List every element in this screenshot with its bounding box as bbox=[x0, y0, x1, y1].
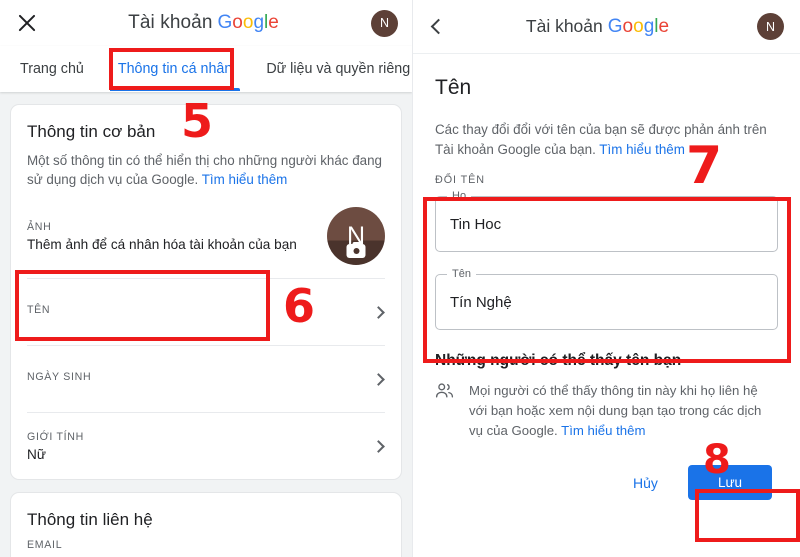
profile-photo-avatar[interactable]: N bbox=[327, 207, 385, 265]
left-app-title: Tài khoản Google bbox=[36, 12, 371, 34]
row-ten-label: TÊN bbox=[27, 304, 51, 316]
right-app-title: Tài khoản Google bbox=[438, 16, 757, 38]
visibility-heading: Những người có thể thấy tên bạn bbox=[435, 352, 682, 369]
chevron-right-icon bbox=[372, 372, 385, 386]
cancel-button[interactable]: Hủy bbox=[623, 467, 668, 499]
photo-row-text: ẢNH Thêm ảnh để cá nhân hóa tài khoản củ… bbox=[27, 221, 297, 252]
chevron-right-icon bbox=[372, 305, 385, 319]
left-panel-personal-info: ...hông tin này ( ...hệ) để họ có thể dễ… bbox=[0, 0, 412, 557]
row-ngay-sinh[interactable]: NGÀY SINH bbox=[27, 346, 385, 412]
people-icon bbox=[435, 383, 454, 441]
action-bar: Hủy Lưu bbox=[435, 465, 778, 500]
chevron-right-icon bbox=[372, 439, 385, 453]
first-name-label: Tên bbox=[447, 268, 476, 280]
right-app-title-text: Tài khoản bbox=[525, 15, 603, 36]
avatar[interactable]: N bbox=[371, 9, 398, 37]
basic-info-card: Thông tin cơ bản Một số thông tin có thể… bbox=[10, 104, 402, 480]
row-ten[interactable]: TÊN bbox=[27, 279, 385, 345]
contact-info-heading: Thông tin liên hệ bbox=[27, 510, 153, 529]
google-logo: Google bbox=[607, 15, 670, 37]
left-content: Thông tin cơ bản Một số thông tin có thể… bbox=[0, 92, 412, 557]
right-panel-name-editor: Tài khoản Google N Tên Các thay đổi đổi v… bbox=[412, 0, 800, 557]
row-ngay-sinh-label: NGÀY SINH bbox=[27, 371, 92, 383]
name-description: Các thay đổi đổi với tên của bạn sẽ được… bbox=[435, 120, 778, 160]
last-name-value[interactable]: Tin Hoc bbox=[450, 216, 501, 233]
screenshot-root: ...hông tin này ( ...hệ) để họ có thể dễ… bbox=[0, 0, 800, 557]
save-button[interactable]: Lưu bbox=[687, 465, 772, 500]
first-name-field[interactable]: Tên Tín Nghệ bbox=[435, 268, 778, 330]
row-gioi-tinh[interactable]: GIỚI TÍNH Nữ bbox=[27, 413, 385, 479]
basic-info-learn-more-link[interactable]: Tìm hiểu thêm bbox=[202, 172, 288, 187]
photo-row[interactable]: ẢNH Thêm ảnh để cá nhân hóa tài khoản củ… bbox=[27, 193, 385, 278]
left-app-title-text: Tài khoản bbox=[128, 12, 213, 33]
left-app-bar: Tài khoản Google N bbox=[0, 0, 412, 46]
left-tab-bar: Trang chủ Thông tin cá nhân Dữ liệu và q… bbox=[0, 46, 412, 92]
right-content: Tên Các thay đổi đổi với tên của bạn sẽ … bbox=[413, 54, 800, 500]
row-ngay-sinh-text: NGÀY SINH bbox=[27, 371, 91, 387]
photo-row-value: Thêm ảnh để cá nhân hóa tài khoản của bạ… bbox=[27, 236, 297, 252]
visibility-row: Mọi người có thể thấy thông tin này khi … bbox=[435, 381, 778, 441]
tab-trang-chu[interactable]: Trang chủ bbox=[18, 49, 86, 89]
visibility-learn-more-link[interactable]: Tìm hiểu thêm bbox=[561, 423, 645, 438]
last-name-field[interactable]: Họ Tin Hoc bbox=[435, 190, 778, 252]
tab-thong-tin-ca-nhan[interactable]: Thông tin cá nhân bbox=[109, 49, 241, 91]
name-learn-more-link[interactable]: Tìm hiểu thêm bbox=[599, 142, 685, 157]
last-name-label: Họ bbox=[447, 190, 472, 202]
right-app-bar: Tài khoản Google N bbox=[413, 0, 800, 54]
contact-info-card: Thông tin liên hệ EMAIL bbox=[10, 492, 402, 557]
visibility-text-wrap: Mọi người có thể thấy thông tin này khi … bbox=[469, 381, 778, 441]
tab-du-lieu-quyen-rieng-tu[interactable]: Dữ liệu và quyền riêng t bbox=[264, 49, 412, 89]
close-icon[interactable] bbox=[14, 10, 40, 36]
photo-row-label: ẢNH bbox=[27, 220, 52, 233]
contact-email-label: EMAIL bbox=[27, 539, 63, 551]
camera-icon bbox=[346, 241, 366, 258]
row-gioi-tinh-value: Nữ bbox=[27, 446, 46, 462]
row-gioi-tinh-label: GIỚI TÍNH bbox=[27, 430, 84, 443]
row-ten-text: TÊN bbox=[27, 304, 50, 320]
avatar[interactable]: N bbox=[757, 13, 784, 40]
basic-info-heading: Thông tin cơ bản bbox=[27, 122, 156, 141]
first-name-value[interactable]: Tín Nghệ bbox=[450, 294, 512, 311]
section-label-doi-ten: ĐỔI TÊN bbox=[435, 174, 485, 186]
basic-info-description: Một số thông tin có thể hiển thị cho nhữ… bbox=[27, 151, 385, 193]
name-fields: Họ Tin Hoc Tên Tín Nghệ bbox=[435, 190, 778, 330]
row-gioi-tinh-text: GIỚI TÍNH Nữ bbox=[27, 431, 84, 462]
page-title: Tên bbox=[435, 76, 472, 99]
google-logo: Google bbox=[217, 12, 279, 33]
